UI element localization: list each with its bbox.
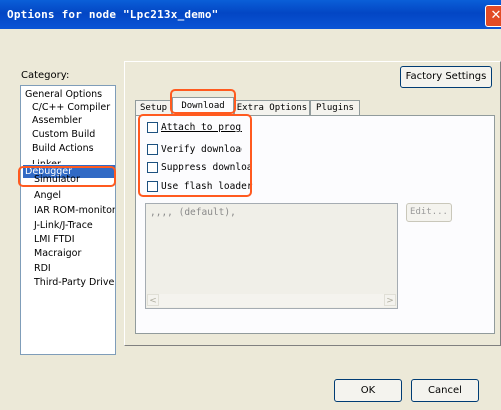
- category-item-simulator-label: Simulator: [34, 174, 80, 185]
- attach-to-program-checkbox[interactable]: Attach to progr: [147, 121, 242, 135]
- scroll-left-icon[interactable]: <: [147, 294, 159, 306]
- flash-loader-args-text: ,,,, (default),: [150, 207, 236, 218]
- edit-button[interactable]: Edit...: [406, 203, 452, 222]
- category-item-iar-rom-monitor[interactable]: IAR ROM-monitor: [34, 204, 115, 217]
- verify-download-label: Verify download: [161, 144, 242, 155]
- checkbox-box[interactable]: [147, 144, 158, 155]
- close-icon: ✕: [490, 8, 501, 23]
- suppress-download-checkbox[interactable]: Suppress downloac: [147, 161, 252, 175]
- checkbox-box[interactable]: [147, 162, 158, 173]
- category-label: Category:: [21, 70, 70, 81]
- close-button[interactable]: ✕: [485, 5, 501, 27]
- category-item-general-options[interactable]: General Options: [25, 88, 102, 101]
- ok-button[interactable]: OK: [334, 379, 402, 402]
- category-item-simulator[interactable]: Simulator: [34, 173, 80, 186]
- category-item-rdi[interactable]: RDI: [34, 262, 51, 275]
- flash-loader-args-box[interactable]: ,,,, (default), < >: [145, 203, 398, 309]
- attach-to-program-label: Attach to progr: [161, 122, 242, 133]
- checkbox-box[interactable]: [147, 122, 158, 133]
- category-item-c-cpp-compiler[interactable]: C/C++ Compiler: [32, 101, 110, 114]
- verify-download-checkbox[interactable]: Verify download: [147, 143, 242, 157]
- category-item-linker[interactable]: Linker: [32, 158, 61, 164]
- category-item-lmi-ftdi[interactable]: LMI FTDI: [34, 233, 75, 246]
- scroll-right-icon[interactable]: >: [384, 294, 396, 306]
- category-item-assembler[interactable]: Assembler: [32, 114, 82, 127]
- category-item-build-actions[interactable]: Build Actions: [32, 142, 94, 155]
- category-item-third-party-driver[interactable]: Third-Party Driver: [34, 276, 115, 289]
- category-list[interactable]: General Options C/C++ Compiler Assembler…: [20, 85, 116, 355]
- title-bar: Options for node "Lpc213x_demo": [0, 0, 501, 29]
- use-flash-loader-checkbox[interactable]: Use flash loader: [147, 180, 257, 194]
- category-item-macraigor[interactable]: Macraigor: [34, 247, 81, 260]
- cancel-button[interactable]: Cancel: [411, 379, 479, 402]
- tab-extra-options[interactable]: Extra Options: [234, 100, 310, 115]
- category-item-angel[interactable]: Angel: [34, 189, 61, 202]
- window-title: Options for node "Lpc213x_demo": [7, 8, 219, 21]
- factory-settings-button[interactable]: Factory Settings: [400, 66, 492, 88]
- tab-setup[interactable]: Setup: [135, 100, 172, 115]
- suppress-download-label: Suppress downloac: [161, 162, 250, 173]
- category-item-custom-build[interactable]: Custom Build: [32, 128, 95, 141]
- use-flash-loader-label: Use flash loader: [161, 181, 253, 192]
- category-item-jlink-jtrace[interactable]: J-Link/J-Trace: [34, 219, 93, 232]
- checkbox-box[interactable]: [147, 181, 158, 192]
- tab-download[interactable]: Download: [172, 97, 234, 116]
- horizontal-scrollbar[interactable]: < >: [147, 294, 396, 307]
- tab-plugins[interactable]: Plugins: [310, 100, 360, 115]
